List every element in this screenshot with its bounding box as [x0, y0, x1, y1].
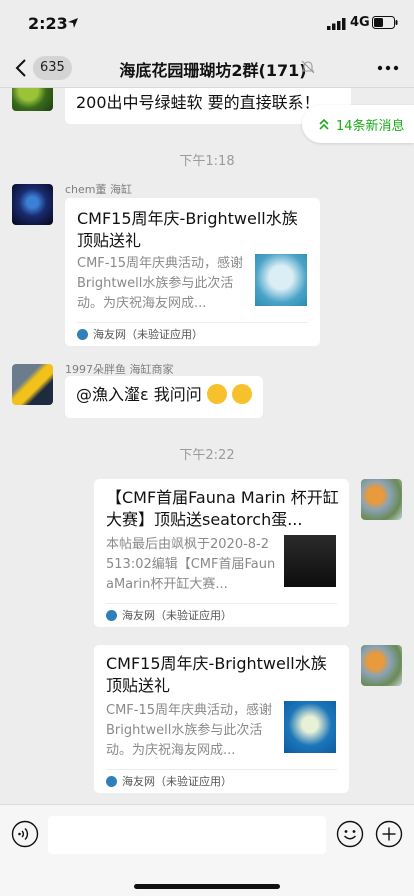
avatar[interactable] — [12, 184, 53, 225]
mute-bell-icon — [301, 60, 315, 74]
chevron-left-icon — [15, 59, 26, 77]
timestamp: 下午1:18 — [179, 154, 235, 169]
home-indicator — [134, 884, 280, 889]
app-source-icon — [77, 329, 88, 340]
card-description: CMF-15周年庆典活动，感谢Brightwell水族参与此次活动。为庆祝海友网… — [106, 703, 273, 758]
app-source-icon — [106, 610, 117, 621]
card-source: 海友网（未验证应用） — [106, 603, 337, 627]
plus-icon[interactable] — [375, 820, 403, 848]
emoji-sweat-icon — [206, 384, 227, 404]
card-title: 【CMF首届Fauna Marin 杯开缸大赛】顶贴送seatorch蛋... — [106, 488, 339, 529]
card-source-label: 海友网（未验证应用） — [122, 775, 232, 788]
chat-title: 海底花园珊瑚坊2群(171) — [119, 61, 307, 80]
card-thumbnail — [284, 535, 336, 587]
new-messages-label: 14条新消息 — [336, 119, 405, 134]
card-source-label: 海友网（未验证应用） — [122, 609, 232, 622]
link-card[interactable]: CMF15周年庆-Brightwell水族顶贴送礼 CMF-15周年庆典活动，感… — [65, 198, 320, 346]
emoji-grin-icon — [231, 384, 252, 404]
card-source-label: 海友网（未验证应用） — [93, 328, 203, 341]
message-input[interactable] — [48, 816, 326, 854]
avatar[interactable] — [12, 88, 53, 111]
message-list[interactable]: 200出中号绿蛙软 要的直接联系！ 14条新消息 下午1:18 chem董 海缸… — [0, 88, 414, 804]
message-bubble[interactable]: @漁入瀣ε 我问问 — [65, 376, 263, 418]
avatar[interactable] — [361, 645, 402, 686]
card-title: CMF15周年庆-Brightwell水族顶贴送礼 — [77, 209, 298, 250]
card-source: 海友网（未验证应用） — [106, 769, 337, 793]
new-messages-button[interactable]: 14条新消息 — [302, 105, 414, 143]
card-title: CMF15周年庆-Brightwell水族顶贴送礼 — [106, 654, 327, 695]
status-bar: 2:23 4G — [0, 0, 414, 48]
unread-count-badge: 635 — [33, 56, 72, 80]
status-time: 2:23 — [28, 14, 68, 33]
sender-name: 1997朵胖鱼 海缸商家 — [65, 363, 174, 376]
card-thumbnail — [284, 701, 336, 753]
card-description: 本帖最后由飒枫于2020-8-2513:02编辑【CMF首届FaunaMarin… — [106, 537, 276, 592]
link-card[interactable]: CMF15周年庆-Brightwell水族顶贴送礼 CMF-15周年庆典活动，感… — [94, 645, 349, 793]
message-text: 200出中号绿蛙软 要的直接联系！ — [76, 93, 320, 112]
chat-header: 635 海底花园珊瑚坊2群(171) — [0, 48, 414, 88]
more-options-icon[interactable] — [376, 56, 400, 80]
signal-icon — [327, 18, 346, 30]
double-chevron-up-icon — [319, 118, 329, 130]
input-bar — [0, 804, 414, 896]
emoji-icon[interactable] — [336, 820, 364, 848]
avatar[interactable] — [361, 479, 402, 520]
network-type: 4G — [350, 15, 370, 30]
voice-icon[interactable] — [11, 820, 39, 848]
avatar[interactable] — [12, 364, 53, 405]
sender-name: chem董 海缸 — [65, 183, 132, 196]
link-card[interactable]: 【CMF首届Fauna Marin 杯开缸大赛】顶贴送seatorch蛋... … — [94, 479, 349, 627]
app-source-icon — [106, 776, 117, 787]
timestamp: 下午2:22 — [179, 448, 235, 463]
card-source: 海友网（未验证应用） — [77, 322, 308, 346]
back-button[interactable]: 635 — [10, 54, 74, 82]
location-arrow-icon — [68, 18, 78, 28]
card-thumbnail — [255, 254, 307, 306]
card-description: CMF-15周年庆典活动，感谢Brightwell水族参与此次活动。为庆祝海友网… — [77, 256, 244, 311]
battery-icon — [372, 16, 398, 29]
message-text: @漁入瀣ε 我问问 — [76, 385, 202, 404]
